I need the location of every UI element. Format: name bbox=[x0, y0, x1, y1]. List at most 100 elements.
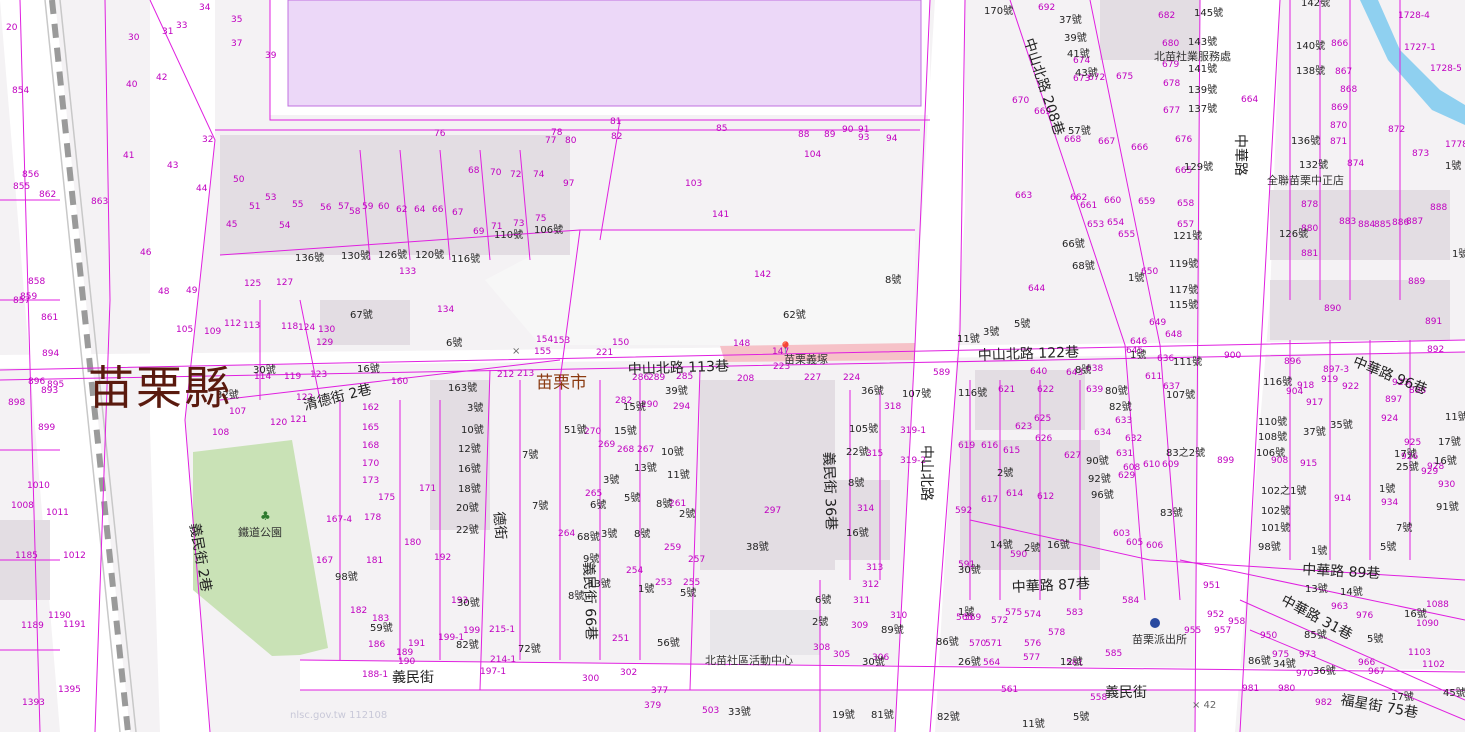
lot-number: 267 bbox=[637, 445, 654, 455]
county-label: 苗栗縣 bbox=[88, 361, 232, 415]
lot-number: 1010 bbox=[27, 481, 50, 491]
address-number: 106號 bbox=[1256, 446, 1285, 459]
lot-number: 127 bbox=[276, 278, 293, 288]
lot-number: 253 bbox=[655, 578, 672, 588]
lot-number: 58 bbox=[349, 207, 361, 217]
lot-number: 623 bbox=[1015, 422, 1032, 432]
lot-number: 154 bbox=[536, 335, 553, 345]
lot-number: 133 bbox=[399, 267, 416, 277]
lot-number: 981 bbox=[1242, 684, 1259, 694]
lot-number: 1008 bbox=[11, 501, 34, 511]
lot-number: 123 bbox=[310, 370, 327, 380]
cross-marker-icon: × 42 bbox=[1192, 700, 1216, 711]
lot-number: 917 bbox=[1306, 398, 1323, 408]
address-number: 13號 bbox=[1305, 582, 1328, 595]
address-number: 90號 bbox=[1086, 454, 1109, 467]
lot-number: 952 bbox=[1207, 610, 1224, 620]
lot-number: 134 bbox=[437, 305, 454, 315]
address-number: 1號 bbox=[1452, 247, 1465, 260]
address-number: 18號 bbox=[458, 482, 481, 495]
lot-number: 170 bbox=[362, 459, 379, 469]
road-label-zhonghua-89: 中華路 89巷 bbox=[1302, 562, 1381, 582]
lot-number: 70 bbox=[490, 168, 502, 178]
lot-number: 1088 bbox=[1426, 600, 1449, 610]
lot-number: 74 bbox=[533, 170, 545, 180]
lot-number: 121 bbox=[290, 415, 307, 425]
address-number: 2號 bbox=[679, 507, 695, 520]
lot-number: 43 bbox=[167, 161, 178, 171]
lot-number: 609 bbox=[1162, 460, 1179, 470]
lot-number: 125 bbox=[244, 279, 261, 289]
lot-number: 215-1 bbox=[489, 625, 515, 635]
lot-number: 857 bbox=[13, 296, 30, 306]
lot-number: 108 bbox=[212, 428, 229, 438]
lot-number: 664 bbox=[1241, 95, 1258, 105]
road-label-yimin-66: 義民街 66巷 bbox=[580, 562, 600, 641]
poi-service-label[interactable]: 北苗社業服務處 bbox=[1154, 49, 1231, 63]
lot-number: 676 bbox=[1175, 135, 1192, 145]
lot-number: 885 bbox=[1374, 220, 1391, 230]
lot-number: 682 bbox=[1158, 11, 1175, 21]
poi-activity-label[interactable]: 北苗社區活動中心 bbox=[705, 653, 793, 667]
address-number: 86號 bbox=[936, 635, 959, 648]
address-number: 8號 bbox=[656, 497, 672, 510]
lot-number: 878 bbox=[1301, 200, 1318, 210]
lot-number: 631 bbox=[1116, 449, 1133, 459]
lot-number: 915 bbox=[1300, 459, 1317, 469]
lot-number: 612 bbox=[1037, 492, 1054, 502]
lot-number: 571 bbox=[985, 639, 1002, 649]
lot-number: 212 bbox=[497, 370, 514, 380]
lot-number: 963 bbox=[1331, 602, 1348, 612]
address-number: 115號 bbox=[1169, 298, 1198, 311]
lot-number: 308 bbox=[813, 643, 830, 653]
lot-number: 44 bbox=[196, 184, 208, 194]
lot-number: 310 bbox=[890, 611, 907, 621]
address-number: 111號 bbox=[1173, 355, 1202, 368]
lot-number: 41 bbox=[123, 151, 134, 161]
lot-number: 264 bbox=[558, 529, 575, 539]
poi-police[interactable]: 苗栗派出所 bbox=[1132, 618, 1187, 646]
address-number: 14號 bbox=[1340, 585, 1363, 598]
lot-number: 319-1 bbox=[900, 426, 926, 436]
road-label-yimin-right: 義民街 bbox=[1105, 684, 1147, 701]
lot-number: 309 bbox=[851, 621, 868, 631]
lot-number: 1191 bbox=[63, 620, 86, 630]
address-number: 110號 bbox=[494, 228, 523, 241]
lot-number: 1393 bbox=[22, 698, 45, 708]
lot-number: 175 bbox=[378, 493, 395, 503]
address-number: 3號 bbox=[601, 527, 617, 540]
address-number: 16號 bbox=[1434, 454, 1457, 467]
lot-number: 655 bbox=[1118, 230, 1135, 240]
address-number: 163號 bbox=[448, 381, 477, 394]
lot-number: 181 bbox=[366, 556, 383, 566]
lot-number: 40 bbox=[126, 80, 138, 90]
lot-number: 888 bbox=[1430, 203, 1447, 213]
lot-number: 610 bbox=[1143, 460, 1160, 470]
road-label-zhongshan-208: 中山北路 208巷 bbox=[1020, 36, 1066, 137]
lot-number: 312 bbox=[862, 580, 879, 590]
address-number: 45號 bbox=[1443, 686, 1465, 699]
address-number: 119號 bbox=[1169, 257, 1198, 270]
address-number: 41號 bbox=[1067, 47, 1090, 60]
address-number: 7號 bbox=[1396, 521, 1412, 534]
lot-number: 31 bbox=[162, 27, 173, 37]
lot-number: 894 bbox=[42, 349, 59, 359]
lot-number: 891 bbox=[1425, 317, 1442, 327]
lot-number: 576 bbox=[1024, 639, 1041, 649]
watermark: nlsc.gov.tw 112108 bbox=[290, 710, 387, 721]
lot-number: 142 bbox=[754, 270, 771, 280]
lot-number: 617 bbox=[981, 495, 998, 505]
address-number: 37號 bbox=[1303, 425, 1326, 438]
lot-number: 872 bbox=[1388, 125, 1405, 135]
lot-number: 606 bbox=[1146, 541, 1163, 551]
address-number: 107號 bbox=[1166, 388, 1195, 401]
lot-number: 1778 bbox=[1445, 140, 1465, 150]
lot-number: 56 bbox=[320, 203, 332, 213]
lot-number: 80 bbox=[565, 136, 577, 146]
poi-store-label[interactable]: 全聯苗栗中正店 bbox=[1267, 173, 1344, 187]
lot-number: 570 bbox=[969, 639, 986, 649]
map-viewport[interactable]: 34 35 30 31 33 37 39 42 40 41 43 44 32 76 81 82 80 77 78 85… bbox=[0, 0, 1465, 732]
address-number: 132號 bbox=[1299, 158, 1328, 171]
lot-number: 81 bbox=[610, 117, 621, 127]
lot-number: 294 bbox=[673, 402, 690, 412]
